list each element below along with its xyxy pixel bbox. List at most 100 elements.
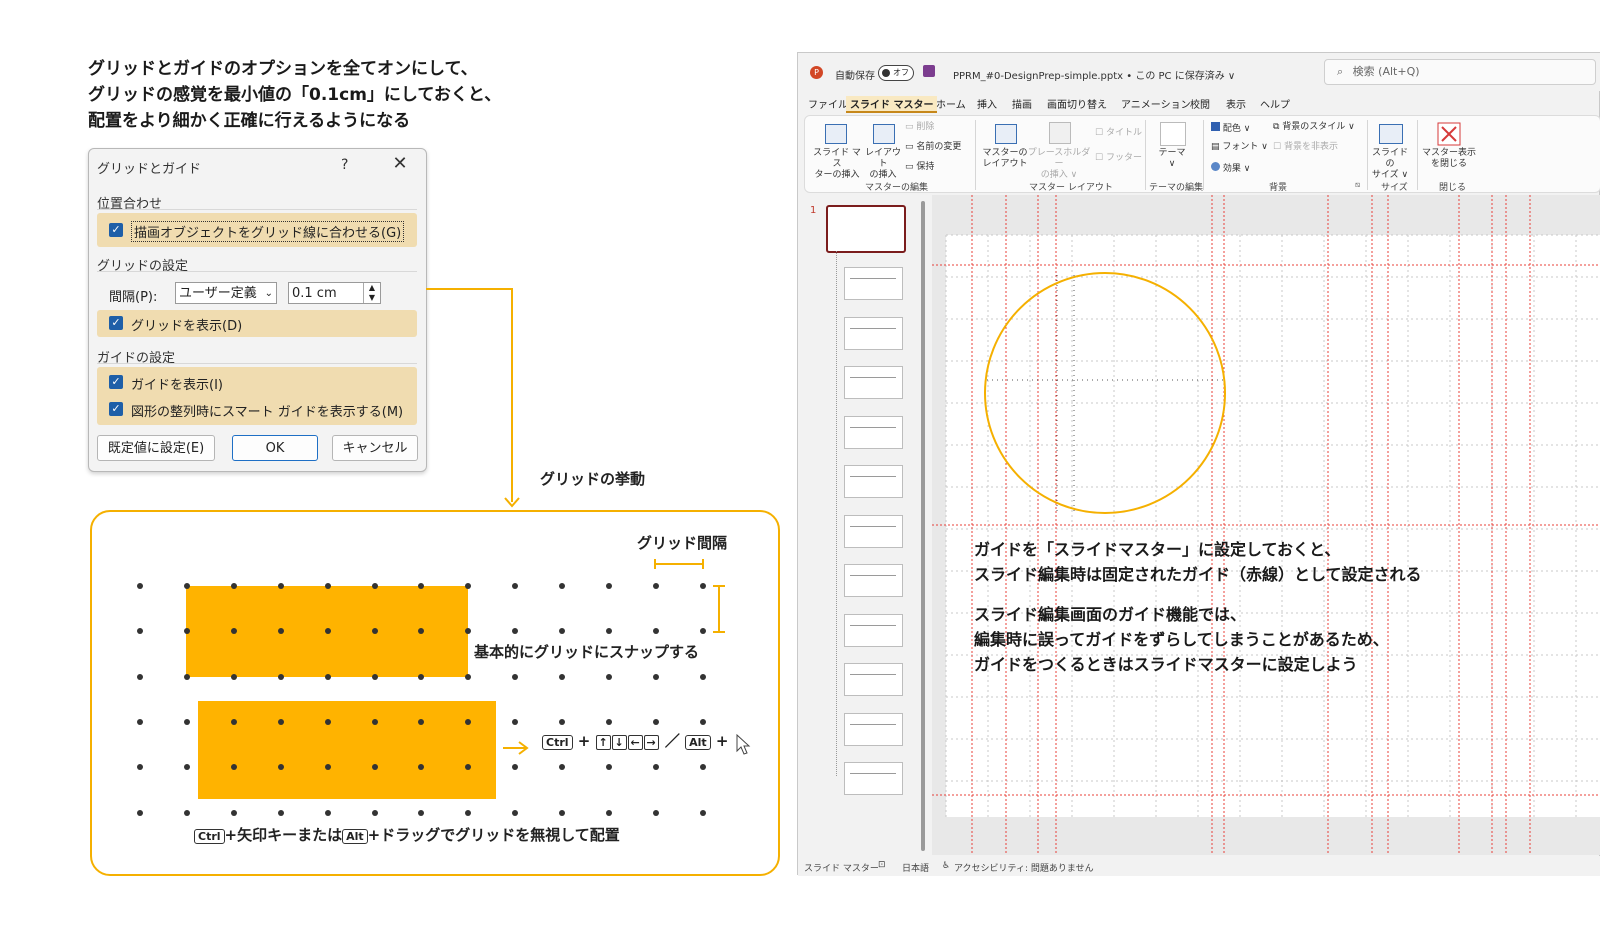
delete-label: 削除 bbox=[916, 122, 935, 132]
grid-dot bbox=[372, 583, 378, 589]
plus-sign: + bbox=[715, 732, 729, 750]
dialog-launcher-icon[interactable]: ⧅ bbox=[1355, 180, 1360, 190]
grid-dot bbox=[653, 674, 659, 680]
alt-key: Alt bbox=[342, 829, 368, 844]
hide-bg-checkbox[interactable]: ☐ 背景を非表示 bbox=[1273, 142, 1338, 153]
insert-master-button[interactable]: スライド マス ターの挿入 bbox=[811, 148, 863, 181]
grid-dot bbox=[278, 674, 284, 680]
fonts-button[interactable]: ▤ フォント ∨ bbox=[1211, 142, 1268, 153]
effects-button[interactable]: 効果 ∨ bbox=[1211, 162, 1250, 175]
group-background: 背景 bbox=[1269, 183, 1288, 193]
tab-slide-master[interactable]: スライド マスター bbox=[846, 96, 938, 113]
status-accessibility[interactable]: アクセシビリティ: 問題ありません bbox=[954, 861, 1094, 874]
grid-dot bbox=[325, 810, 331, 816]
layout-thumbnail[interactable] bbox=[844, 415, 903, 449]
grid-dot bbox=[606, 628, 612, 634]
tab-help[interactable]: ヘルプ bbox=[1260, 96, 1290, 111]
grid-dot bbox=[512, 719, 518, 725]
file-name[interactable]: PPRM_#0-DesignPrep-simple.pptx • この PC に… bbox=[953, 67, 1235, 82]
layout-thumbnail[interactable] bbox=[844, 267, 903, 300]
notes-icon[interactable]: ⊡ bbox=[878, 860, 886, 870]
colors-label: 配色 ∨ bbox=[1222, 124, 1251, 134]
insert-layout-button[interactable]: レイアウト の挿入 bbox=[863, 148, 903, 181]
tab-review[interactable]: 校閲 bbox=[1190, 96, 1210, 111]
thumbnail-line bbox=[850, 278, 896, 279]
layout-thumbnail[interactable] bbox=[844, 613, 903, 647]
thumbnail-line bbox=[850, 624, 896, 626]
ignore-caption-end: +ドラッグでグリッドを無視して配置 bbox=[367, 826, 620, 844]
grid-dot bbox=[700, 719, 706, 725]
tab-transitions[interactable]: 画面切り替え bbox=[1047, 96, 1107, 111]
insert-placeholder-button[interactable]: プレースホルダー の挿入 ∨ bbox=[1027, 148, 1091, 181]
footer-check-label: フッター bbox=[1105, 153, 1142, 163]
preserve-button[interactable]: ▭ 保持 bbox=[905, 162, 934, 173]
colors-icon bbox=[1211, 122, 1220, 131]
slide-size-button[interactable]: スライドの サイズ ∨ bbox=[1371, 148, 1409, 181]
grid-dot bbox=[184, 764, 190, 770]
search-placeholder: 検索 (Alt+Q) bbox=[1352, 65, 1420, 78]
preserve-label: 保持 bbox=[916, 162, 935, 172]
layout-thumbnail[interactable] bbox=[844, 762, 903, 795]
thumbnail-line bbox=[850, 525, 896, 527]
master-layout-button[interactable]: マスターの レイアウト bbox=[981, 148, 1029, 170]
grid-dot bbox=[606, 719, 612, 725]
group-edit-master: マスターの編集 bbox=[865, 183, 929, 193]
footer-checkbox[interactable]: ☐ フッター bbox=[1095, 153, 1142, 164]
thumbnail-scrollbar[interactable] bbox=[921, 201, 925, 851]
save-icon[interactable] bbox=[923, 65, 935, 77]
grid-dot bbox=[184, 674, 190, 680]
grid-dot bbox=[325, 719, 331, 725]
grid-dot bbox=[184, 810, 190, 816]
powerpoint-window: P 自動保存 オフ PPRM_#0-DesignPrep-simple.pptx… bbox=[797, 52, 1600, 876]
layout-thumbnail[interactable] bbox=[844, 366, 903, 399]
title-checkbox[interactable]: ☐ タイトル bbox=[1095, 128, 1142, 139]
ribbon-separator bbox=[1203, 120, 1204, 190]
grid-dot bbox=[559, 764, 565, 770]
tab-view[interactable]: 表示 bbox=[1226, 96, 1246, 111]
autosave-label: 自動保存 bbox=[835, 71, 875, 82]
grid-dot bbox=[418, 583, 424, 589]
grid-dot bbox=[278, 810, 284, 816]
layout-thumbnail[interactable] bbox=[844, 663, 903, 696]
search-input[interactable]: ⌕ 検索 (Alt+Q) bbox=[1324, 59, 1596, 85]
tab-file[interactable]: ファイル bbox=[808, 96, 848, 111]
layout-thumbnail[interactable] bbox=[844, 564, 903, 597]
shortcut-row: Ctrl + ↑ ↓ ← → ／ Alt + bbox=[542, 730, 728, 751]
master-layout-icon bbox=[995, 124, 1017, 144]
layout-thumbnail[interactable] bbox=[844, 712, 903, 746]
thumbnail-tree-line bbox=[836, 251, 838, 776]
ctrl-key: Ctrl bbox=[542, 735, 573, 750]
grid-dot bbox=[606, 810, 612, 816]
grid-dot bbox=[559, 810, 565, 816]
slide-size-icon bbox=[1379, 124, 1403, 144]
grid-dot bbox=[231, 628, 237, 634]
tab-home[interactable]: ホーム bbox=[936, 96, 966, 111]
grid-dot bbox=[184, 628, 190, 634]
close-master-button[interactable]: マスター表示 を閉じる bbox=[1421, 148, 1477, 170]
themes-button[interactable]: テーマ ∨ bbox=[1155, 148, 1189, 170]
bg-styles-button[interactable]: ⧉ 背景のスタイル ∨ bbox=[1273, 122, 1355, 133]
tab-animations[interactable]: アニメーション bbox=[1121, 96, 1191, 111]
status-language[interactable]: 日本語 bbox=[902, 861, 929, 874]
ribbon-separator bbox=[1417, 120, 1418, 190]
grid-dot bbox=[137, 810, 143, 816]
tab-draw[interactable]: 描画 bbox=[1012, 96, 1032, 111]
grid-dot bbox=[418, 628, 424, 634]
grid-dot bbox=[512, 674, 518, 680]
delete-button[interactable]: ▭ 削除 bbox=[905, 122, 934, 133]
effects-label: 効果 ∨ bbox=[1222, 164, 1251, 174]
note-line-5: ガイドをつくるときはスライドマスターに設定しよう bbox=[974, 655, 1358, 674]
colors-button[interactable]: 配色 ∨ bbox=[1211, 122, 1250, 135]
autosave-toggle[interactable]: オフ bbox=[878, 65, 914, 81]
layout-thumbnail[interactable] bbox=[844, 316, 903, 350]
title-check-label: タイトル bbox=[1105, 128, 1142, 138]
grid-spacing-caption: グリッド間隔 bbox=[637, 534, 728, 552]
layout-thumbnail[interactable] bbox=[844, 514, 903, 548]
tab-insert[interactable]: 挿入 bbox=[977, 96, 997, 111]
rename-button[interactable]: ▭ 名前の変更 bbox=[905, 142, 961, 153]
close-master-icon bbox=[1437, 122, 1461, 146]
grid-dot bbox=[418, 764, 424, 770]
layout-thumbnail[interactable] bbox=[844, 465, 903, 498]
grid-dot bbox=[231, 583, 237, 589]
master-thumbnail[interactable] bbox=[826, 205, 906, 253]
